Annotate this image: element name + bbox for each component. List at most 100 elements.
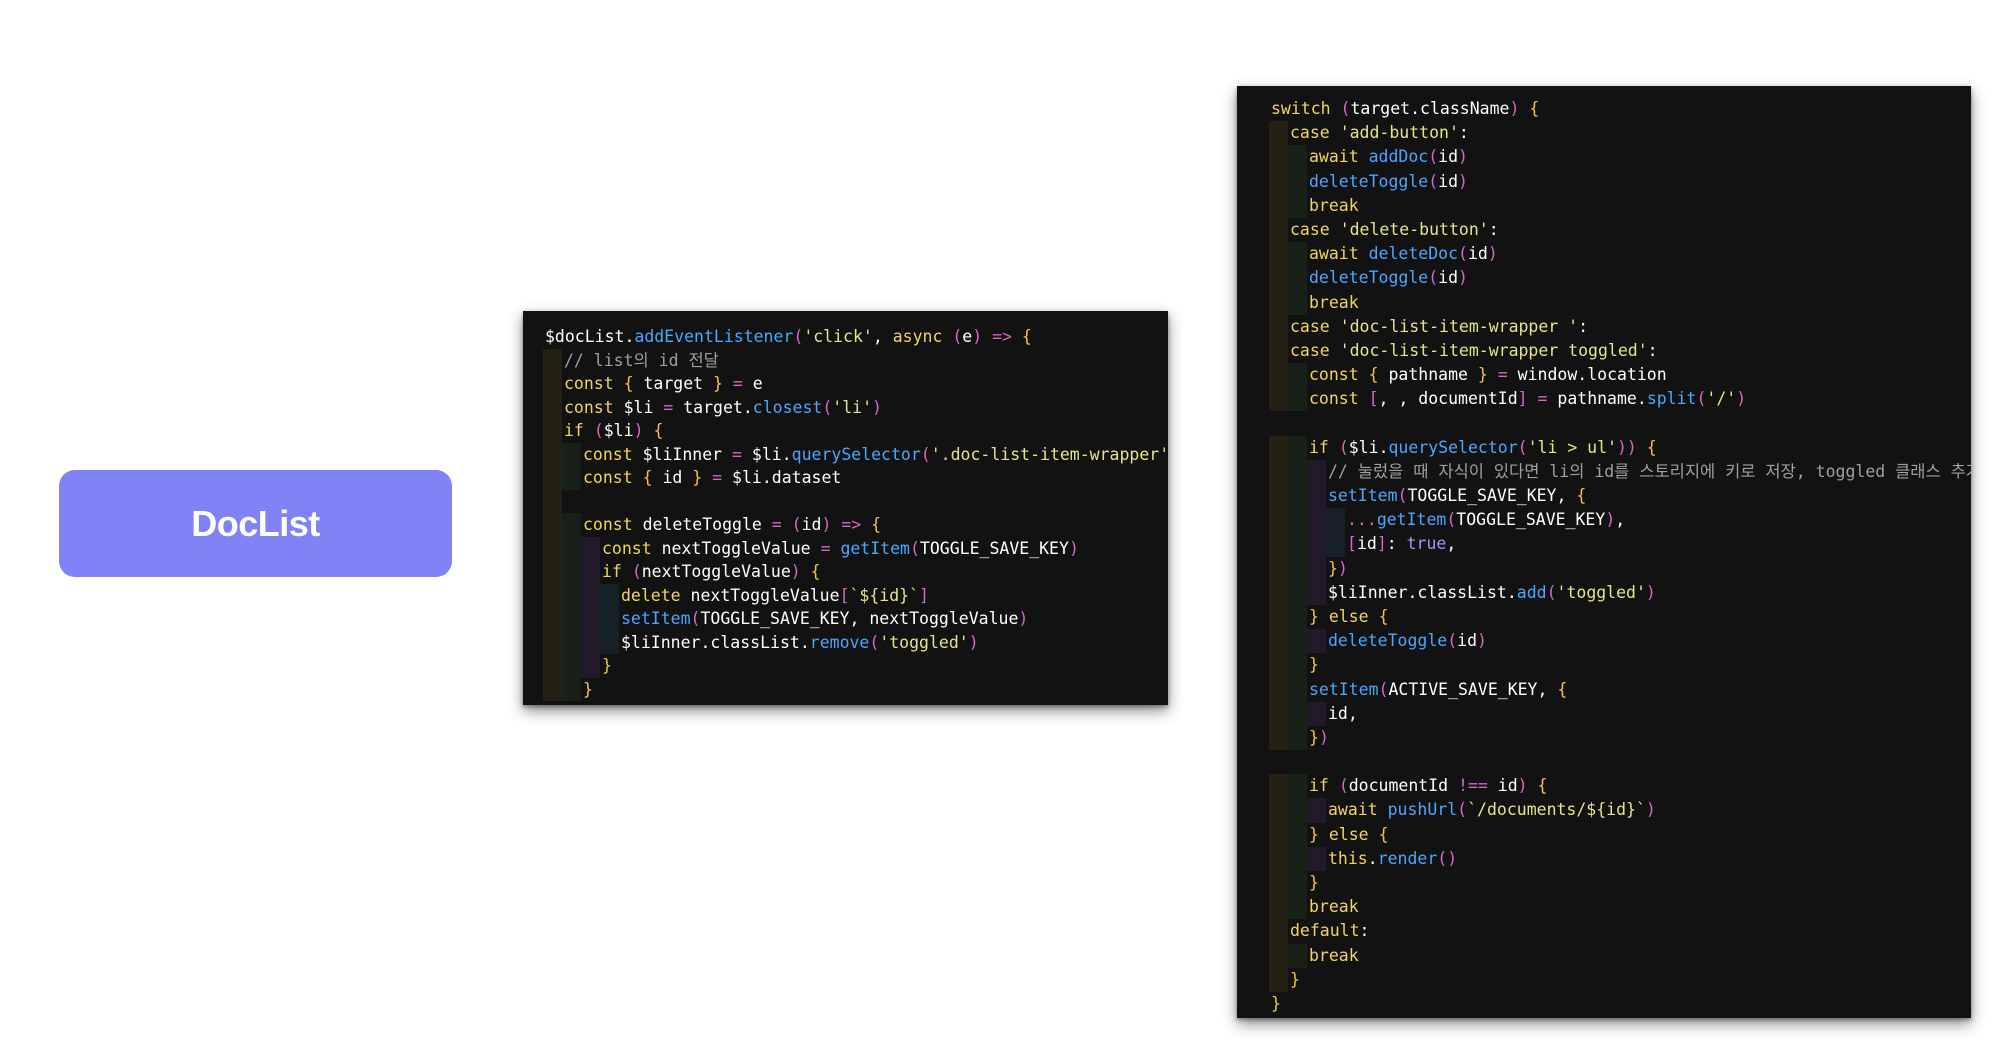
code-screenshot-event-listener: $docList.addEventListener('click', async… (523, 311, 1168, 705)
code-text: if (nextToggleValue) { (602, 562, 821, 581)
code-text: case 'doc-list-item-wrapper ': (1290, 316, 1589, 336)
code-text: if (documentId !== id) { (1309, 776, 1548, 796)
code-line: } (1269, 967, 1971, 992)
code-text: [id]: true, (1347, 534, 1457, 554)
code-text: const { id } = $li.dataset (583, 468, 842, 487)
code-text: break (1309, 945, 1359, 965)
code-text: $liInner.classList.add('toggled') (1328, 582, 1656, 602)
code-line: }) (1269, 725, 1971, 751)
code-line: setItem(TOGGLE_SAVE_KEY, { (1269, 484, 1971, 509)
doclist-button[interactable]: DocList (59, 470, 452, 577)
code-line: const { target } = e (543, 372, 1168, 396)
code-line: case 'doc-list-item-wrapper toggled': (1269, 338, 1971, 364)
code-line: if (nextToggleValue) { (543, 560, 1168, 584)
code-line: setItem(ACTIVE_SAVE_KEY, { (1269, 677, 1971, 702)
code-line: if ($li.querySelector('li > ul')) { (1269, 435, 1971, 460)
code-text: }) (1328, 558, 1348, 578)
code-line: } (543, 654, 1168, 678)
code-text: deleteToggle(id) (1328, 631, 1487, 651)
code-line: [id]: true, (1269, 532, 1971, 557)
code-line: break (1269, 943, 1971, 968)
code-line (543, 489, 1168, 513)
code-text: await addDoc(id) (1309, 147, 1468, 167)
code-text: default: (1290, 921, 1370, 941)
code-text: const $li = target.closest('li') (564, 397, 882, 417)
code-line: case 'doc-list-item-wrapper ': (1269, 314, 1971, 339)
code-text: break (1309, 292, 1359, 312)
code-text: ...getItem(TOGGLE_SAVE_KEY), (1347, 510, 1626, 530)
code-line: } (1269, 653, 1971, 678)
code-line: switch (target.className) { (1271, 97, 1971, 121)
code-line: // 눌렀을 때 자식이 있다면 li의 id를 스토리지에 키로 저장, to… (1269, 459, 1971, 484)
code-line: $liInner.classList.add('toggled') (1269, 580, 1971, 605)
code-line: delete nextToggleValue[`${id}`] (543, 583, 1168, 607)
code-text: delete nextToggleValue[`${id}`] (621, 585, 929, 605)
code-line: setItem(TOGGLE_SAVE_KEY, nextToggleValue… (543, 607, 1168, 631)
code-text: } (1290, 969, 1300, 989)
code-line: await deleteDoc(id) (1269, 242, 1971, 267)
code-text: $docList.addEventListener('click', async… (545, 327, 1032, 346)
code-text: case 'add-button': (1290, 123, 1469, 143)
code-text: break (1309, 897, 1359, 917)
code-line: await addDoc(id) (1269, 145, 1971, 170)
canvas: DocList $docList.addEventListener('click… (0, 0, 2006, 1062)
code-line: deleteToggle(id) (1269, 266, 1971, 291)
code-text: setItem(TOGGLE_SAVE_KEY, nextToggleValue… (621, 609, 1029, 628)
code-text: await deleteDoc(id) (1309, 244, 1498, 264)
code-line: } else { (1269, 822, 1971, 847)
code-line: $docList.addEventListener('click', async… (545, 325, 1168, 349)
code-text: setItem(TOGGLE_SAVE_KEY, { (1328, 486, 1587, 505)
code-line: id, (1269, 701, 1971, 726)
code-line: break (1269, 193, 1971, 218)
code-text: const { target } = e (564, 374, 763, 393)
code-lines: $docList.addEventListener('click', async… (543, 325, 1168, 701)
code-text: break (1309, 195, 1359, 215)
code-text: const $liInner = $li.querySelector('.doc… (583, 444, 1168, 464)
code-line: const $liInner = $li.querySelector('.doc… (543, 442, 1168, 466)
code-text: } else { (1309, 824, 1389, 844)
code-text: case 'delete-button': (1290, 219, 1499, 239)
code-text: }) (1309, 727, 1329, 747)
code-text: } else { (1309, 606, 1389, 626)
code-text: } (602, 656, 612, 675)
code-text: const deleteToggle = (id) => { (583, 515, 882, 534)
code-line: } (543, 677, 1168, 701)
code-line: }) (1269, 556, 1971, 581)
code-text: $liInner.classList.remove('toggled') (621, 632, 979, 652)
code-text: setItem(ACTIVE_SAVE_KEY, { (1309, 679, 1568, 699)
code-text: } (1309, 655, 1319, 675)
code-line: if ($li) { (543, 419, 1168, 443)
code-text: } (1271, 993, 1281, 1013)
code-line: this.render() (1269, 846, 1971, 871)
code-text: deleteToggle(id) (1309, 171, 1468, 191)
code-lines: switch (target.className) { case 'add-but… (1269, 97, 1971, 1016)
code-text: // 눌렀을 때 자식이 있다면 li의 id를 스토리지에 키로 저장, to… (1328, 461, 1971, 481)
code-text: if ($li) { (564, 421, 664, 440)
code-line: break (1269, 290, 1971, 315)
code-text: switch (target.className) { (1271, 99, 1540, 118)
code-line: } (1269, 871, 1971, 896)
code-line: const { pathname } = window.location (1269, 363, 1971, 388)
code-line: const [, , documentId] = pathname.split(… (1269, 387, 1971, 412)
code-text: const { pathname } = window.location (1309, 365, 1667, 385)
code-line: const deleteToggle = (id) => { (543, 513, 1168, 537)
code-line: const { id } = $li.dataset (543, 466, 1168, 490)
code-text: } (583, 679, 593, 699)
code-line: deleteToggle(id) (1269, 169, 1971, 194)
code-line: default: (1269, 919, 1971, 944)
code-text: const nextToggleValue = getItem(TOGGLE_S… (602, 538, 1079, 558)
code-line: // list의 id 전달 (543, 348, 1168, 372)
code-text: deleteToggle(id) (1309, 268, 1468, 288)
code-text: if ($li.querySelector('li > ul')) { (1309, 437, 1657, 457)
code-line: break (1269, 895, 1971, 920)
code-line: $liInner.classList.remove('toggled') (543, 630, 1168, 654)
code-text: this.render() (1328, 848, 1458, 868)
code-line: const nextToggleValue = getItem(TOGGLE_S… (543, 536, 1168, 560)
code-text: id, (1328, 703, 1358, 723)
code-line: } (1271, 992, 1971, 1016)
code-text: } (1309, 873, 1319, 892)
code-text: await pushUrl(`/documents/${id}`) (1328, 800, 1656, 820)
